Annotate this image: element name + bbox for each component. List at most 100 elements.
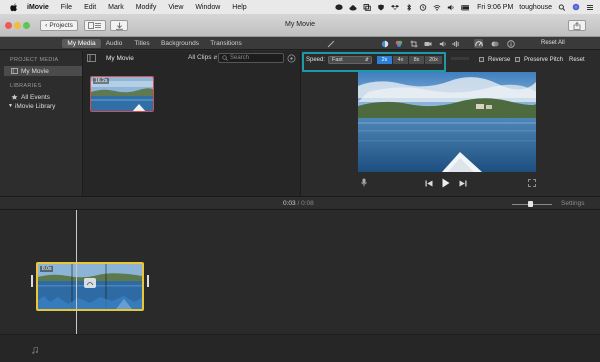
menu-edit[interactable]: Edit: [84, 4, 96, 11]
video-preview[interactable]: [358, 72, 536, 172]
disclosure-triangle-icon[interactable]: ▼: [8, 103, 13, 109]
speed-option-2x[interactable]: 2x: [377, 56, 392, 64]
menubar-clock[interactable]: Fri 9:06 PM: [477, 4, 513, 11]
timecode-display: 0:03 / 0:08: [283, 200, 314, 207]
timeline-clip-duration: 8.0s: [40, 266, 54, 272]
tab-backgrounds[interactable]: Backgrounds: [160, 39, 200, 48]
bluetooth-icon[interactable]: [405, 3, 413, 11]
share-button[interactable]: [568, 20, 586, 31]
search-field[interactable]: Search: [218, 53, 284, 63]
menu-app-name[interactable]: iMovie: [27, 4, 49, 11]
timeline[interactable]: 8.0s: [0, 210, 600, 362]
tab-titles[interactable]: Titles: [130, 39, 154, 48]
play-button[interactable]: [441, 177, 451, 188]
menu-view[interactable]: View: [168, 4, 183, 11]
timeline-clip[interactable]: 8.0s: [36, 262, 144, 311]
copy-icon[interactable]: [363, 3, 371, 11]
color-correction-icon[interactable]: [394, 39, 403, 48]
updown-chevron-icon: ⇵: [364, 57, 369, 63]
speed-option-8x[interactable]: 8x: [409, 56, 424, 64]
import-arrow-icon: [115, 22, 123, 30]
info-icon[interactable]: [506, 39, 515, 48]
sidebar-item-label: My Movie: [21, 67, 49, 75]
close-window-button[interactable]: [5, 22, 12, 29]
menu-modify[interactable]: Modify: [136, 4, 157, 11]
menu-window[interactable]: Window: [195, 4, 220, 11]
search-placeholder: Search: [230, 55, 250, 61]
speed-label: Speed:: [306, 57, 326, 63]
music-note-icon: [32, 346, 38, 356]
messages-icon[interactable]: [335, 3, 343, 11]
tab-audio[interactable]: Audio: [103, 39, 125, 48]
menu-mark[interactable]: Mark: [108, 4, 124, 11]
search-icon[interactable]: [558, 3, 566, 11]
volume-adjust-icon[interactable]: [438, 39, 447, 48]
speed-option-4x[interactable]: 4x: [393, 56, 408, 64]
color-balance-icon[interactable]: [380, 39, 389, 48]
volume-icon[interactable]: [447, 4, 455, 11]
menu-bar: iMovie File Edit Mark Modify View Window…: [0, 0, 600, 14]
battery-icon[interactable]: [461, 4, 470, 11]
media-browser: My Movie All Clips ⇵ Search 16.2s: [83, 51, 301, 196]
current-time: 0:03: [283, 200, 296, 207]
window-toolbar: ‹ Projects My Movie: [0, 14, 600, 37]
notification-center-icon[interactable]: [586, 4, 594, 11]
timeline-settings-button[interactable]: Settings: [561, 200, 585, 207]
sidebar-item-imovie-library[interactable]: ▼ iMovie Library: [4, 101, 82, 111]
clip-trim-handle-right[interactable]: [147, 275, 149, 287]
speed-option-20x[interactable]: 20x: [425, 56, 442, 64]
reset-all-button[interactable]: Reset All: [541, 40, 565, 46]
fullscreen-icon[interactable]: [527, 178, 536, 187]
minimize-window-button[interactable]: [14, 22, 21, 29]
magic-wand-icon[interactable]: [326, 39, 335, 48]
cloud-icon[interactable]: [349, 4, 357, 11]
noise-reduction-icon[interactable]: [451, 39, 460, 48]
sidebar-item-my-movie[interactable]: My Movie: [4, 66, 82, 76]
projects-back-button[interactable]: ‹ Projects: [40, 20, 78, 31]
timeline-header: 0:03 / 0:08 Settings: [0, 196, 600, 210]
shield-icon[interactable]: [377, 4, 385, 11]
stabilization-icon[interactable]: [423, 39, 432, 48]
sidebar-item-label: iMovie Library: [14, 102, 56, 110]
projects-label: Projects: [49, 22, 73, 29]
viewer-panel: Speed: Fast ⇵ 2x 4x 8x 20x Reverse Prese…: [301, 51, 600, 196]
voiceover-microphone-icon[interactable]: [360, 178, 368, 187]
skip-forward-icon[interactable]: [458, 179, 467, 187]
crop-icon[interactable]: [409, 39, 418, 48]
tab-my-media[interactable]: My Media: [62, 39, 101, 48]
clip-filter-icon[interactable]: [490, 39, 499, 48]
preserve-pitch-checkbox[interactable]: [515, 57, 520, 62]
speed-select[interactable]: Fast ⇵: [328, 56, 372, 64]
import-button[interactable]: [110, 20, 128, 31]
browser-settings-icon[interactable]: [287, 54, 296, 65]
clip-trim-handle-left[interactable]: [31, 275, 33, 287]
dropbox-icon[interactable]: [391, 4, 400, 11]
apple-icon[interactable]: [9, 3, 19, 12]
search-icon: [222, 55, 228, 61]
wifi-icon[interactable]: [433, 4, 441, 11]
speed-icon[interactable]: [474, 39, 483, 48]
zoom-window-button[interactable]: [23, 22, 30, 29]
menu-help[interactable]: Help: [232, 4, 246, 11]
timemachine-icon[interactable]: [419, 3, 427, 11]
film-icon: [11, 68, 18, 74]
media-tabs-bar: My Media Audio Titles Backgrounds Transi…: [0, 37, 600, 50]
playhead[interactable]: [76, 210, 77, 345]
timeline-zoom-knob[interactable]: [528, 201, 533, 207]
browser-clip-thumbnail[interactable]: 16.2s: [90, 76, 154, 112]
menu-file[interactable]: File: [61, 4, 72, 11]
speed-reset-button[interactable]: Reset: [569, 57, 585, 63]
sidebar-toggle-icon[interactable]: [87, 54, 96, 64]
music-lane[interactable]: [0, 334, 600, 362]
tab-transitions[interactable]: Transitions: [208, 39, 244, 48]
star-icon: [11, 94, 18, 100]
speed-controls: Speed: Fast ⇵ 2x 4x 8x 20x Reverse Prese…: [301, 51, 600, 72]
reverse-checkbox[interactable]: [479, 57, 484, 62]
chevron-left-icon: ‹: [45, 22, 48, 29]
library-list-button[interactable]: [84, 20, 106, 31]
skip-back-icon[interactable]: [424, 179, 433, 187]
menubar-user[interactable]: toughouse: [519, 4, 552, 11]
preserve-pitch-label: Preserve Pitch: [524, 57, 564, 63]
clip-filter-dropdown[interactable]: All Clips ⇵: [188, 54, 218, 61]
siri-icon[interactable]: [572, 3, 580, 11]
